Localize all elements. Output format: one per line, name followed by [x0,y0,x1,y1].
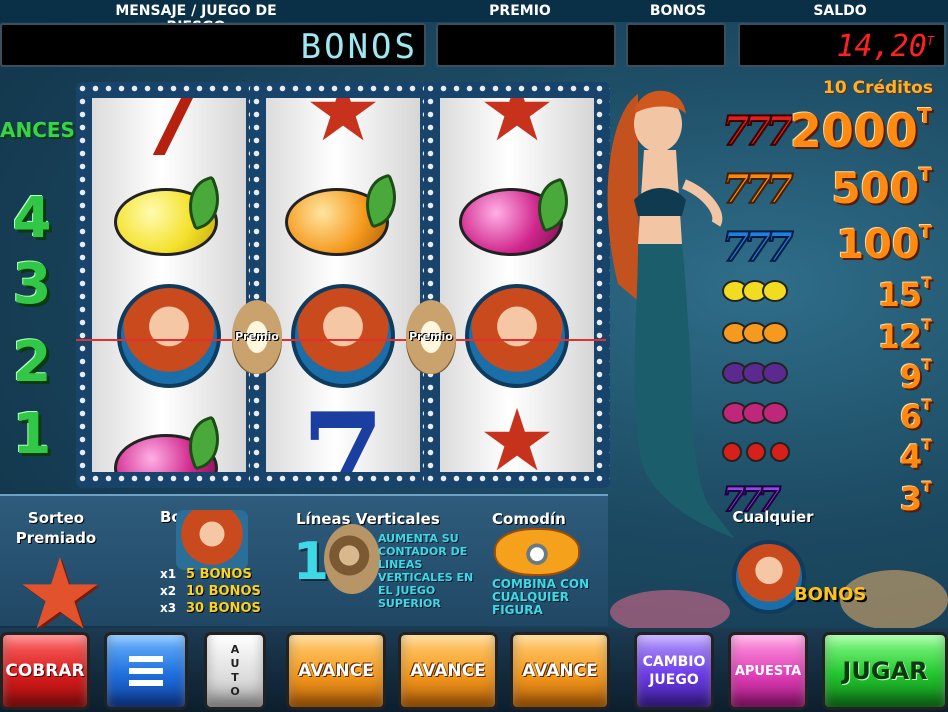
premio-shell-label: Premio [235,330,279,343]
premio-display [436,23,616,67]
reel-3: ★ ★ [440,98,594,472]
shell-icon [324,524,380,594]
orange-sevens-icon: 777 [721,165,794,214]
pearl-shell-icon [494,528,580,576]
cobrar-button[interactable]: COBRAR [0,632,90,710]
comodin-text: COMBINA CON CUALQUIER FIGURA [492,577,590,617]
pay-row-lemons: 15T [718,272,948,314]
pay-value: 3T [899,480,932,518]
pay-row-orange-sevens: 777 500T [718,162,948,214]
pay-value: 15T [877,276,932,314]
apuesta-button[interactable]: APUESTA [728,632,808,710]
menu-button[interactable] [104,632,188,710]
premio-shell-right: Premio [406,300,456,374]
bonos-display [626,23,726,67]
pay-row-blue-sevens: 777 100T [718,220,948,272]
lemons-icon [722,280,788,306]
message-display: BONOS [0,23,426,67]
any-sevens-label: Cualquier [732,508,814,526]
bonos-awards: 5 BONOS 10 BONOS 30 BONOS [186,567,261,616]
pay-row-cherries: 4T [718,434,948,476]
pay-value: 2000T [789,104,932,158]
cherries-icon [722,442,790,466]
avance-level-4: 4 [12,186,52,251]
reel-frame-3: ★ ★ [424,82,610,488]
avance-button-1[interactable]: AVANCE [286,632,386,710]
oranges-icon [722,322,788,348]
auto-button[interactable]: AUTO [204,632,266,710]
reel-frame-2: ★ 7 [250,82,436,488]
avance-button-2[interactable]: AVANCE [398,632,498,710]
comodin-title: Comodín [492,510,566,528]
plum-symbol [114,415,229,472]
avance-level-2: 2 [12,330,52,395]
pay-value: 12T [877,318,932,356]
starfish-symbol: ★ [478,391,556,472]
jugar-button[interactable]: JUGAR [822,632,948,710]
pay-value: 500T [831,164,932,213]
lemon-symbol [114,175,229,260]
mermaid-symbol [465,284,569,388]
starfish-symbol: ★ [478,98,556,161]
pay-value: 100T [836,222,932,268]
saldo-value: 14,20T [836,29,934,64]
payline [76,339,606,341]
lineas-title: Líneas Verticales [296,510,440,528]
menu-icon [129,656,163,686]
seven-symbol: 7 [127,98,211,184]
mermaid-symbol [117,284,221,388]
pay-value: 9T [899,358,932,396]
pay-row-oranges: 12T [718,314,948,356]
cambio-juego-button[interactable]: CAMBIO JUEGO [634,632,714,710]
reel-frame-1: 7 [76,82,262,488]
auto-label: AUTO [228,643,242,699]
pay-row-red-sevens: 777 2000T [718,104,948,158]
header-labels: MENSAJE / JUEGO DE RIESGO PREMIO BONOS S… [0,0,948,35]
bonos-label: BONOS [649,3,707,19]
avances-title: ANCES [0,118,75,142]
avance-button-3[interactable]: AVANCE [510,632,610,710]
bonos-label: BONOS [794,584,867,605]
paytable-header: 10 Créditos [823,78,933,98]
lineas-text: AUMENTA SU CONTADOR DE LINEAS VERTICALES… [378,532,474,610]
reel-1: 7 [92,98,246,472]
mermaid-symbol [291,284,395,388]
red-sevens-icon: 777 [721,107,794,156]
saldo-label: SALDO [813,3,867,19]
plum-symbol [459,177,578,260]
premio-shell-label: Premio [409,330,453,343]
avance-level-1: 1 [12,402,52,467]
plums-icon [722,402,788,428]
premio-shell-left: Premio [232,300,282,374]
starfish-symbol: ★ [304,98,382,161]
mermaid-portrait-icon [176,510,248,570]
blue-sevens-icon: 777 [721,223,794,272]
grapes-icon [722,362,788,388]
avance-level-3: 3 [12,252,52,317]
reel-2: ★ 7 [266,98,420,472]
pay-row-grapes: 9T [718,354,948,396]
saldo-display: 14,20T [738,23,946,67]
pay-value: 4T [899,438,932,476]
orange-symbol [285,173,406,260]
bonos-multipliers: x1 x2 x3 [160,567,177,615]
premio-label: PREMIO [489,3,551,19]
seven-symbol: 7 [301,387,385,473]
message-text: BONOS [300,27,418,67]
pay-value: 6T [899,398,932,436]
pay-row-plums: 6T [718,394,948,436]
